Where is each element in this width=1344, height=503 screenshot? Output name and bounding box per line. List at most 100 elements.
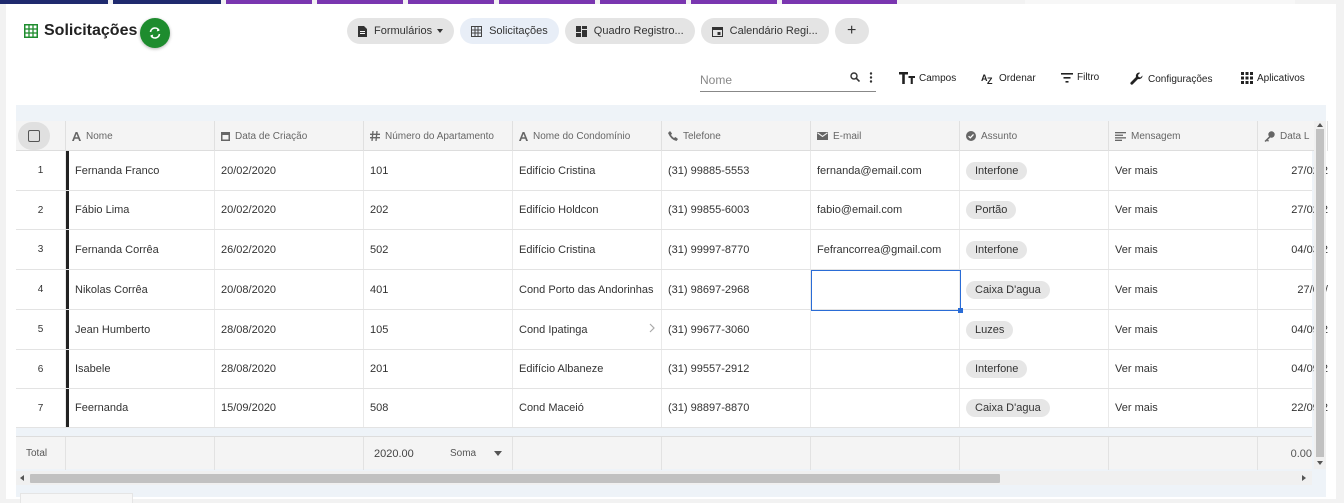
- tab-calendario-registro[interactable]: Calendário Regi...: [700, 18, 829, 44]
- cell-nome[interactable]: Feernanda: [66, 389, 215, 427]
- select-all-checkbox[interactable]: [18, 122, 50, 150]
- cell-nome[interactable]: Isabele: [66, 350, 215, 388]
- settings-button[interactable]: Configurações: [1130, 72, 1212, 86]
- header-col-assunto[interactable]: Assunto: [960, 121, 1109, 151]
- cell-numero-apartamento[interactable]: 202: [364, 191, 513, 229]
- table-row[interactable]: 6 Isabele 28/08/2020 201 Edifício Albaneze (3…: [16, 350, 1328, 389]
- cell-telefone[interactable]: (31) 99677-3060: [662, 310, 811, 349]
- cell-telefone[interactable]: (31) 99557-2912: [662, 350, 811, 388]
- tab-solicitacoes[interactable]: Solicitações: [460, 18, 559, 44]
- header-col-telefone[interactable]: Telefone: [662, 121, 811, 151]
- cell-nome-condominio[interactable]: Edifício Holdcon: [513, 191, 662, 229]
- cell-mensagem[interactable]: Ver mais: [1109, 270, 1258, 309]
- cell-nome-condominio[interactable]: Edifício Cristina: [513, 230, 662, 269]
- cell-assunto[interactable]: Interfone: [960, 350, 1109, 388]
- cell-nome[interactable]: Fernanda Franco: [66, 151, 215, 190]
- header-col-nome[interactable]: Nome: [66, 121, 215, 151]
- cell-data-criacao[interactable]: 28/08/2020: [215, 350, 364, 388]
- cell-nome[interactable]: Nikolas Corrêa: [66, 270, 215, 309]
- horizontal-scrollbar[interactable]: [16, 471, 1312, 485]
- cell-mensagem[interactable]: Ver mais: [1109, 389, 1258, 427]
- header-col-nome-condominio[interactable]: Nome do Condomínio: [513, 121, 662, 151]
- horizontal-scroll-thumb[interactable]: [30, 474, 1000, 483]
- table-row[interactable]: 2 Fábio Lima 20/02/2020 202 Edifício Holdcon…: [16, 191, 1328, 230]
- sort-button[interactable]: AZ Ordenar: [981, 72, 1036, 85]
- header-col-mensagem[interactable]: Mensagem: [1109, 121, 1258, 151]
- cell-nome[interactable]: Fábio Lima: [66, 191, 215, 229]
- header-col-data-criacao[interactable]: Data de Criação: [215, 121, 364, 151]
- apps-button[interactable]: Aplicativos: [1241, 72, 1305, 84]
- cell-email[interactable]: fernanda@email.com: [811, 151, 960, 190]
- cell-telefone[interactable]: (31) 99885-5553: [662, 151, 811, 190]
- cell-mensagem[interactable]: Ver mais: [1109, 350, 1258, 388]
- vertical-scrollbar[interactable]: [1314, 121, 1326, 469]
- table-row[interactable]: 5 Jean Humberto 28/08/2020 105 Cond Ipatinga…: [16, 310, 1328, 350]
- cell-numero-apartamento[interactable]: 201: [364, 350, 513, 388]
- refresh-icon: [149, 27, 161, 39]
- scroll-left-arrow[interactable]: [20, 475, 24, 481]
- cell-numero-apartamento[interactable]: 101: [364, 151, 513, 190]
- fields-button[interactable]: Campos: [899, 72, 956, 84]
- vertical-scroll-thumb[interactable]: [1316, 129, 1324, 457]
- cell-data-criacao[interactable]: 20/02/2020: [215, 151, 364, 190]
- cell-numero-apartamento[interactable]: 401: [364, 270, 513, 309]
- add-view-button[interactable]: +: [834, 18, 869, 44]
- tab-formularios[interactable]: Formulários: [347, 18, 455, 44]
- cell-email[interactable]: fabio@email.com: [811, 191, 960, 229]
- cell-email[interactable]: Fefrancorrea@gmail.com: [811, 230, 960, 269]
- cell-nome-condominio[interactable]: Edifício Albaneze: [513, 350, 662, 388]
- selected-cell-outline[interactable]: [811, 270, 961, 311]
- cell-numero-apartamento[interactable]: 105: [364, 310, 513, 349]
- cell-data-criacao[interactable]: 20/02/2020: [215, 191, 364, 229]
- cell-mensagem[interactable]: Ver mais: [1109, 151, 1258, 190]
- cell-nome-condominio[interactable]: Cond Maceió: [513, 389, 662, 427]
- cell-nome[interactable]: Fernanda Corrêa: [66, 230, 215, 269]
- search-input[interactable]: [700, 72, 840, 87]
- cell-nome-condominio[interactable]: Cond Porto das Andorinhas: [513, 270, 662, 309]
- cell-data-criacao[interactable]: 20/08/2020: [215, 270, 364, 309]
- cell-numero-apartamento[interactable]: 508: [364, 389, 513, 427]
- cell-assunto[interactable]: Interfone: [960, 230, 1109, 269]
- cell-email[interactable]: [811, 310, 960, 349]
- cell-assunto[interactable]: Interfone: [960, 151, 1109, 190]
- cell-email[interactable]: [811, 389, 960, 427]
- aggregate-select[interactable]: Soma: [450, 448, 503, 459]
- scroll-up-arrow[interactable]: [1317, 123, 1323, 127]
- paragraph-icon: [1115, 131, 1126, 141]
- cell-mensagem[interactable]: Ver mais: [1109, 310, 1258, 349]
- table-row[interactable]: 3 Fernanda Corrêa 26/02/2020 502 Edifício Cr…: [16, 230, 1328, 270]
- table-row[interactable]: 1 Fernanda Franco 20/02/2020 101 Edifício Cr…: [16, 151, 1328, 191]
- cell-telefone[interactable]: (31) 98897-8870: [662, 389, 811, 427]
- cell-mensagem[interactable]: Ver mais: [1109, 191, 1258, 229]
- more-vertical-icon[interactable]: [869, 72, 873, 83]
- cell-nome[interactable]: Jean Humberto: [66, 310, 215, 349]
- fill-handle[interactable]: [958, 308, 963, 313]
- header-col-email[interactable]: E-mail: [811, 121, 960, 151]
- cell-telefone[interactable]: (31) 98697-2968: [662, 270, 811, 309]
- cell-text: Fábio Lima: [75, 204, 130, 216]
- cell-data-criacao[interactable]: 15/09/2020: [215, 389, 364, 427]
- cell-assunto[interactable]: Portão: [960, 191, 1109, 229]
- cell-data-criacao[interactable]: 26/02/2020: [215, 230, 364, 269]
- filter-button[interactable]: Filtro: [1061, 72, 1099, 83]
- header-col-numero-apartamento[interactable]: Número do Apartamento: [364, 121, 513, 151]
- scroll-right-arrow[interactable]: [1302, 475, 1306, 481]
- chevron-right-icon[interactable]: [649, 323, 655, 336]
- cell-telefone[interactable]: (31) 99997-8770: [662, 230, 811, 269]
- cell-mensagem[interactable]: Ver mais: [1109, 230, 1258, 269]
- chevron-down-icon: [494, 451, 503, 456]
- tab-quadro-registro[interactable]: Quadro Registro...: [564, 18, 695, 44]
- cell-nome-condominio[interactable]: Cond Ipatinga: [513, 310, 662, 349]
- table-row[interactable]: 4 Nikolas Corrêa 20/08/2020 401 Cond Porto d…: [16, 270, 1328, 310]
- cell-assunto[interactable]: Luzes: [960, 310, 1109, 349]
- cell-nome-condominio[interactable]: Edifício Cristina: [513, 151, 662, 190]
- cell-telefone[interactable]: (31) 99855-6003: [662, 191, 811, 229]
- scroll-down-arrow[interactable]: [1317, 461, 1323, 465]
- refresh-button[interactable]: [140, 18, 170, 48]
- table-row[interactable]: 7 Feernanda 15/09/2020 508 Cond Maceió (31) 9…: [16, 389, 1328, 428]
- cell-numero-apartamento[interactable]: 502: [364, 230, 513, 269]
- cell-email[interactable]: [811, 350, 960, 388]
- cell-assunto[interactable]: Caixa D'agua: [960, 270, 1109, 309]
- cell-assunto[interactable]: Caixa D'agua: [960, 389, 1109, 427]
- cell-data-criacao[interactable]: 28/08/2020: [215, 310, 364, 349]
